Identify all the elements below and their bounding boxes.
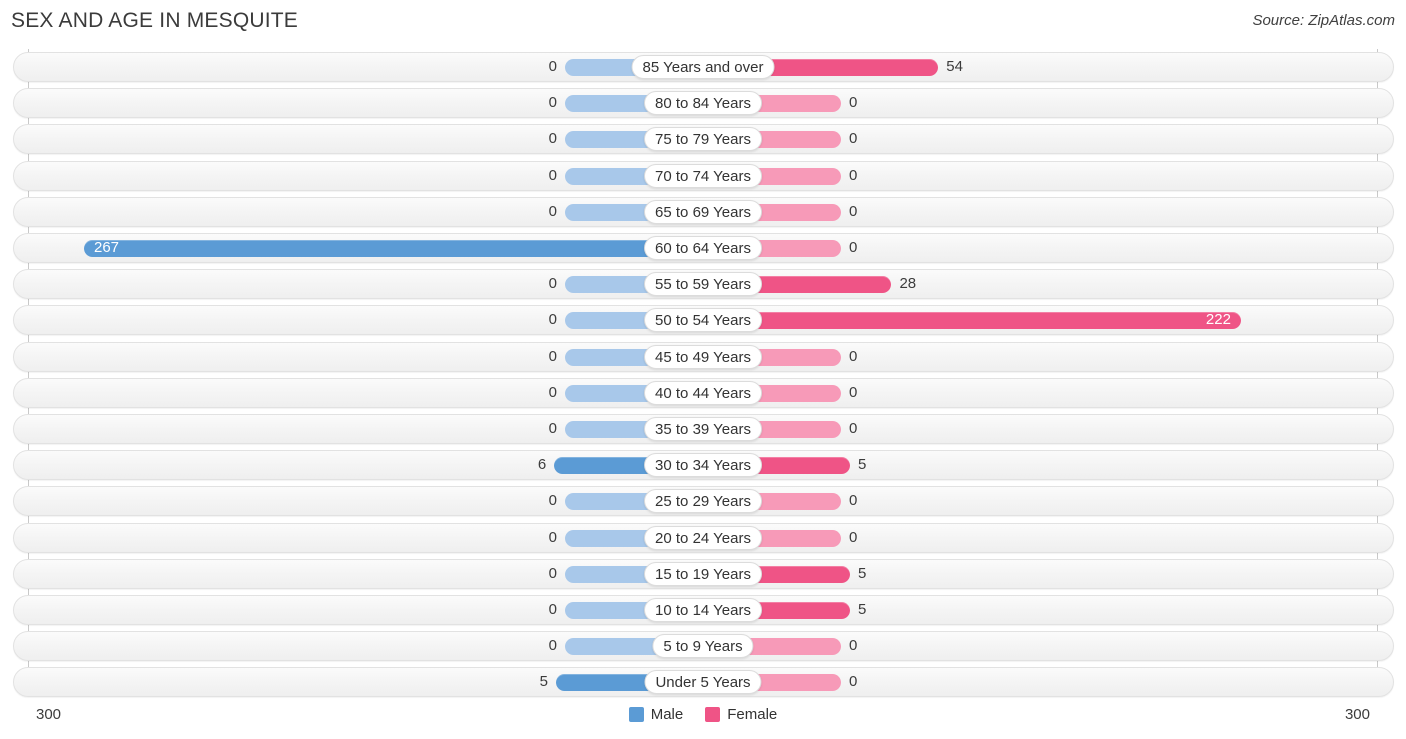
chart-row[interactable]: 0 54 85 Years and over	[13, 52, 1394, 82]
chart-row[interactable]: 0 0 70 to 74 Years	[13, 160, 1394, 191]
value-label-male: 0	[548, 311, 557, 329]
chart-row[interactable]: 0 0 25 to 29 Years	[13, 486, 1394, 517]
legend-swatch-male-icon	[628, 707, 644, 722]
chart-row[interactable]: 0 0 65 to 69 Years	[13, 196, 1394, 227]
value-label-female: 0	[849, 673, 858, 691]
value-label-female: 0	[849, 347, 858, 365]
chart-row[interactable]: 0 0 35 to 39 Years	[13, 414, 1394, 444]
value-label-male: 0	[548, 347, 557, 365]
value-label-female: 0	[849, 492, 858, 510]
category-label: 35 to 39 Years	[644, 417, 762, 441]
chart-row[interactable]: 0 0 5 to 9 Years	[13, 631, 1394, 662]
category-label: 30 to 34 Years	[644, 453, 762, 478]
chart-row[interactable]: 5 0 Under 5 Years	[13, 667, 1394, 698]
chart-row[interactable]: 0 5 15 to 19 Years	[13, 558, 1394, 589]
value-label-male: 0	[548, 94, 557, 112]
chart-legend: Male Female	[0, 706, 1406, 723]
category-label: 65 to 69 Years	[644, 199, 762, 224]
category-label: Under 5 Years	[644, 670, 762, 695]
bar-male[interactable]	[84, 240, 703, 257]
value-label-female: 5	[858, 564, 867, 582]
category-label: 25 to 29 Years	[644, 489, 762, 514]
category-label: 55 to 59 Years	[644, 272, 762, 297]
value-label-male: 0	[548, 601, 557, 618]
chart-row[interactable]: 0 5 10 to 14 Years	[13, 595, 1394, 625]
value-label-male: 0	[548, 564, 557, 582]
category-label: 5 to 9 Years	[652, 634, 754, 659]
value-label-male: 0	[548, 202, 557, 220]
chart-row[interactable]: 0 0 20 to 24 Years	[13, 522, 1394, 553]
source-attribution: Source: ZipAtlas.com	[1252, 12, 1395, 29]
chart-row[interactable]: 0 222 50 to 54 Years	[13, 305, 1394, 336]
chart-footer: 300 300 Male Female	[0, 700, 1406, 739]
category-label: 15 to 19 Years	[644, 561, 762, 586]
category-label: 85 Years and over	[631, 55, 775, 79]
chart-row[interactable]: 0 0 40 to 44 Years	[13, 377, 1394, 408]
chart-header: SEX AND AGE IN MESQUITE Source: ZipAtlas…	[0, 0, 1406, 44]
legend-label-female: Female	[727, 706, 778, 723]
value-label-male: 0	[548, 383, 557, 401]
legend-item-male[interactable]: Male	[628, 706, 684, 723]
value-label-female: 28	[899, 275, 917, 293]
chart-row[interactable]: 0 0 80 to 84 Years	[13, 88, 1394, 119]
value-label-female: 0	[849, 637, 858, 655]
value-label-female: 0	[849, 420, 858, 437]
value-label-male: 6	[537, 456, 547, 474]
value-label-female: 0	[849, 202, 858, 220]
category-label: 70 to 74 Years	[644, 163, 762, 188]
value-label-female: 0	[849, 528, 858, 546]
value-label-male: 0	[548, 166, 557, 184]
value-label-male: 0	[548, 492, 557, 510]
category-label: 40 to 44 Years	[644, 380, 762, 405]
chart-row[interactable]: 0 0 45 to 49 Years	[13, 341, 1394, 372]
value-label-male: 0	[548, 58, 557, 75]
page-title: SEX AND AGE IN MESQUITE	[11, 9, 299, 32]
value-label-male: 0	[548, 420, 557, 437]
chart-row[interactable]: 0 0 75 to 79 Years	[13, 124, 1394, 155]
value-label-male: 0	[548, 130, 557, 148]
value-label-female: 0	[849, 130, 858, 148]
value-label-female: 0	[849, 239, 858, 256]
category-label: 45 to 49 Years	[644, 344, 762, 369]
category-label: 80 to 84 Years	[644, 91, 762, 116]
value-label-male: 5	[539, 673, 548, 691]
value-label-female: 0	[849, 383, 858, 401]
chart-plot-area: 0 54 85 Years and over 0 0 80 to 84 Years 0 0 75…	[0, 44, 1406, 700]
chart-row[interactable]: 6 5 30 to 34 Years	[13, 450, 1394, 481]
category-label: 60 to 64 Years	[644, 236, 762, 260]
chart-row[interactable]: 267 0 60 to 64 Years	[13, 233, 1394, 263]
value-label-male: 0	[548, 528, 557, 546]
category-label: 10 to 14 Years	[644, 598, 762, 622]
value-label-female: 222	[1205, 311, 1231, 329]
category-label: 20 to 24 Years	[644, 525, 762, 550]
legend-item-female[interactable]: Female	[705, 706, 777, 723]
value-label-female: 5	[858, 456, 867, 474]
value-label-female: 0	[849, 166, 858, 184]
category-label: 75 to 79 Years	[644, 127, 762, 152]
value-label-male: 267	[94, 239, 120, 256]
legend-label-male: Male	[650, 706, 684, 723]
value-label-male: 0	[548, 637, 557, 655]
category-label: 50 to 54 Years	[644, 308, 762, 333]
value-label-male: 0	[548, 275, 557, 293]
legend-swatch-female-icon	[705, 707, 721, 722]
chart-row[interactable]: 0 28 55 to 59 Years	[13, 269, 1394, 300]
population-pyramid-chart: SEX AND AGE IN MESQUITE Source: ZipAtlas…	[0, 0, 1406, 739]
value-label-female: 0	[849, 94, 858, 112]
value-label-female: 54	[946, 58, 963, 75]
bar-female[interactable]	[703, 312, 1241, 330]
value-label-female: 5	[858, 601, 867, 618]
